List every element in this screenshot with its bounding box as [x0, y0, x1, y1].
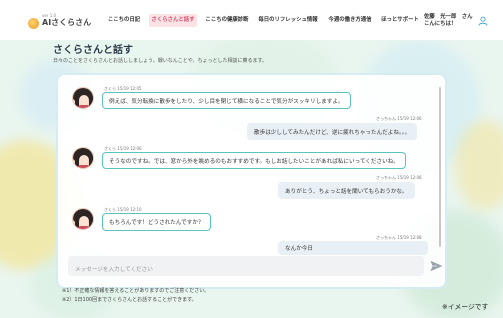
- user-message: 散歩は少ししてみたんだけど、逆に疲れちゃったんだよね。。。: [247, 123, 418, 140]
- nav-work-news[interactable]: 今週の働き方通信: [324, 14, 376, 27]
- sakura-avatar: [72, 208, 94, 230]
- nav-health-check[interactable]: ここちの健康診断: [202, 14, 252, 27]
- page-title: さくらさんと話す: [53, 45, 133, 56]
- user-account-icon[interactable]: [478, 16, 488, 26]
- sakura-avatar: [72, 87, 94, 109]
- nav-diary[interactable]: ここちの日記: [104, 14, 144, 27]
- ai-message: 例えば、気分転換に散歩をしたり、少し目を閉じて横になることで気分がスッキリします…: [102, 92, 351, 109]
- logo[interactable]: ver 1.0 AIさくらさん: [28, 12, 91, 29]
- logo-name: AIさくらさん: [42, 17, 92, 27]
- page-description: 日々のことをさくらさんとお話ししましょう。戦いなんことや、ちょっとした相談に乗る…: [53, 58, 268, 64]
- message-meta: さっちゃん 15/19 12:08: [376, 175, 422, 180]
- message-meta: さっちゃん 15/19 12:06: [376, 116, 422, 121]
- chat-panel: さくら 15/19 12:05 例えば、気分転換に散歩をしたり、少し目を閉じて横…: [56, 73, 447, 289]
- main-nav: ここちの日記 さくらさんと話す ここちの健康診断 毎日のリフレッシュ情報 今週の…: [104, 14, 421, 27]
- nav-talk-sakura[interactable]: さくらさんと話す: [149, 14, 197, 27]
- sample-image-label: ※イメージです: [442, 303, 489, 311]
- logo-icon: [28, 17, 39, 29]
- header: ver 1.0 AIさくらさん ここちの日記 さくらさんと話す ここちの健康診断…: [0, 0, 503, 40]
- message-input[interactable]: [68, 260, 424, 280]
- user-hello: こんにちは！: [424, 21, 457, 27]
- note-1: ※1）不正確な情報を答えることがありますのでご注意ください。: [62, 288, 210, 294]
- ai-message: そうなのですね。では、窓から外を眺めるのもおすすめです。もしお話したいことがあれ…: [102, 152, 406, 169]
- note-2: ※2）1日100回までさくらさんとお話することができます。: [62, 296, 197, 303]
- ai-message: もちろんです！どうされたんですか？: [102, 213, 211, 231]
- user-greeting: 佐藤 光一郎 さん こんにちは！: [424, 14, 473, 28]
- message-input-box: [68, 256, 424, 280]
- notes: ※1）不正確な情報を答えることがありますのでご注意ください。 ※2）1日100回…: [62, 287, 209, 304]
- sakura-avatar: [72, 147, 94, 169]
- chat-scrollbar[interactable]: [439, 87, 441, 247]
- user-name: 佐藤 光一郎 さん: [424, 14, 473, 20]
- logo-version: ver 1.0: [42, 12, 57, 18]
- send-icon[interactable]: [430, 260, 443, 272]
- user-message: なんか今日: [278, 241, 428, 255]
- nav-support[interactable]: ほっとサポート: [379, 14, 421, 27]
- nav-refresh-info[interactable]: 毎日のリフレッシュ情報: [256, 14, 320, 27]
- user-message: ありがとう、ちょっと話を聞いてもらおうかな。: [278, 182, 415, 199]
